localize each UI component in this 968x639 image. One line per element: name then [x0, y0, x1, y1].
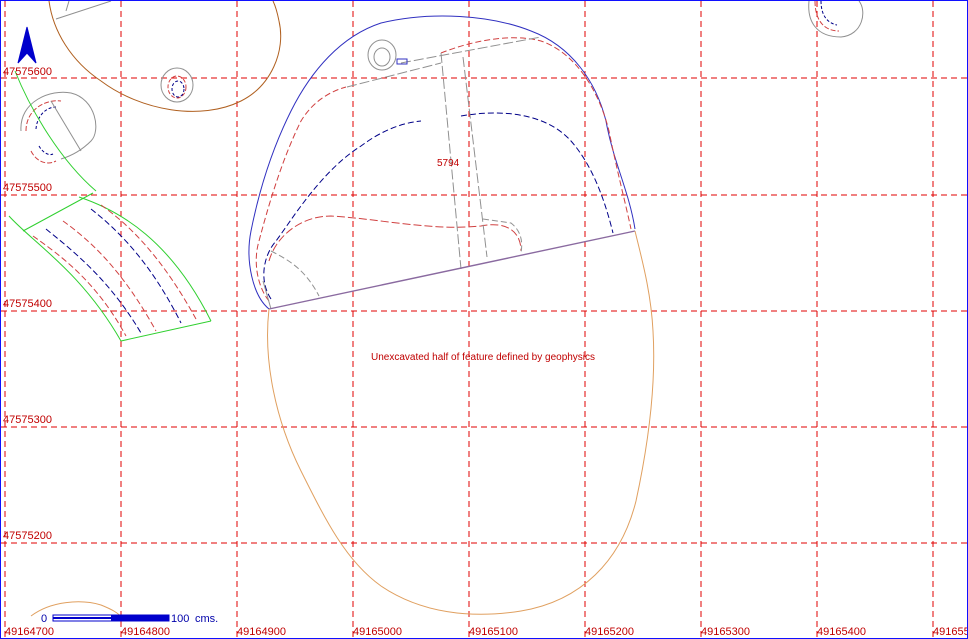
pencil-line — [482, 218, 523, 254]
pencil-line — [65, 1, 70, 12]
grid-lines — [1, 1, 967, 638]
easting-label: 49164700 — [5, 626, 54, 638]
scale-units-label: cms. — [195, 613, 218, 625]
easting-label: 49165500 — [933, 626, 967, 638]
easting-label: 49165100 — [469, 626, 518, 638]
easting-label: 49165400 — [817, 626, 866, 638]
scale-end-label: 100 — [171, 613, 189, 625]
excavated-cut-edge — [255, 86, 347, 302]
trench-edge — [14, 70, 97, 192]
easting-label: 49165000 — [353, 626, 402, 638]
easting-label: 49164900 — [237, 626, 286, 638]
pencil-line — [346, 62, 442, 88]
ditch-segment[interactable] — [8, 192, 212, 342]
northing-label: 47575500 — [3, 182, 52, 194]
posthole-left[interactable] — [20, 91, 97, 164]
posthole-small[interactable] — [160, 67, 194, 103]
feature-outline-top-left[interactable] — [48, 1, 282, 112]
section-line[interactable] — [268, 230, 636, 310]
pencil-line — [270, 250, 320, 297]
site-plan[interactable]: 47575600 47575500 47575400 47575300 4757… — [1, 1, 967, 638]
northing-label: 47575600 — [3, 66, 52, 78]
pencil-line — [400, 36, 542, 64]
easting-label: 49165300 — [701, 626, 750, 638]
map-frame: 47575600 47575500 47575400 47575300 4757… — [0, 0, 968, 639]
easting-label: 49164800 — [121, 626, 170, 638]
unexcavated-note: Unexcavated half of feature defined by g… — [371, 352, 595, 363]
northing-label: 47575400 — [3, 298, 52, 310]
scale-bar: 0 100 cms. — [41, 613, 218, 625]
feature-number-label: 5794 — [437, 158, 460, 169]
north-arrow — [17, 26, 37, 64]
scale-start-label: 0 — [41, 613, 47, 625]
excavated-cut-base — [263, 120, 422, 300]
excavated-cut-base — [460, 112, 614, 234]
posthole-inside-feature[interactable] — [367, 39, 408, 71]
northing-label: 47575200 — [3, 530, 52, 542]
inner-layer — [268, 215, 522, 262]
northing-label: 47575300 — [3, 414, 52, 426]
pencil-line — [55, 1, 112, 20]
geophysics-outline[interactable] — [267, 230, 655, 615]
easting-label: 49165200 — [585, 626, 634, 638]
